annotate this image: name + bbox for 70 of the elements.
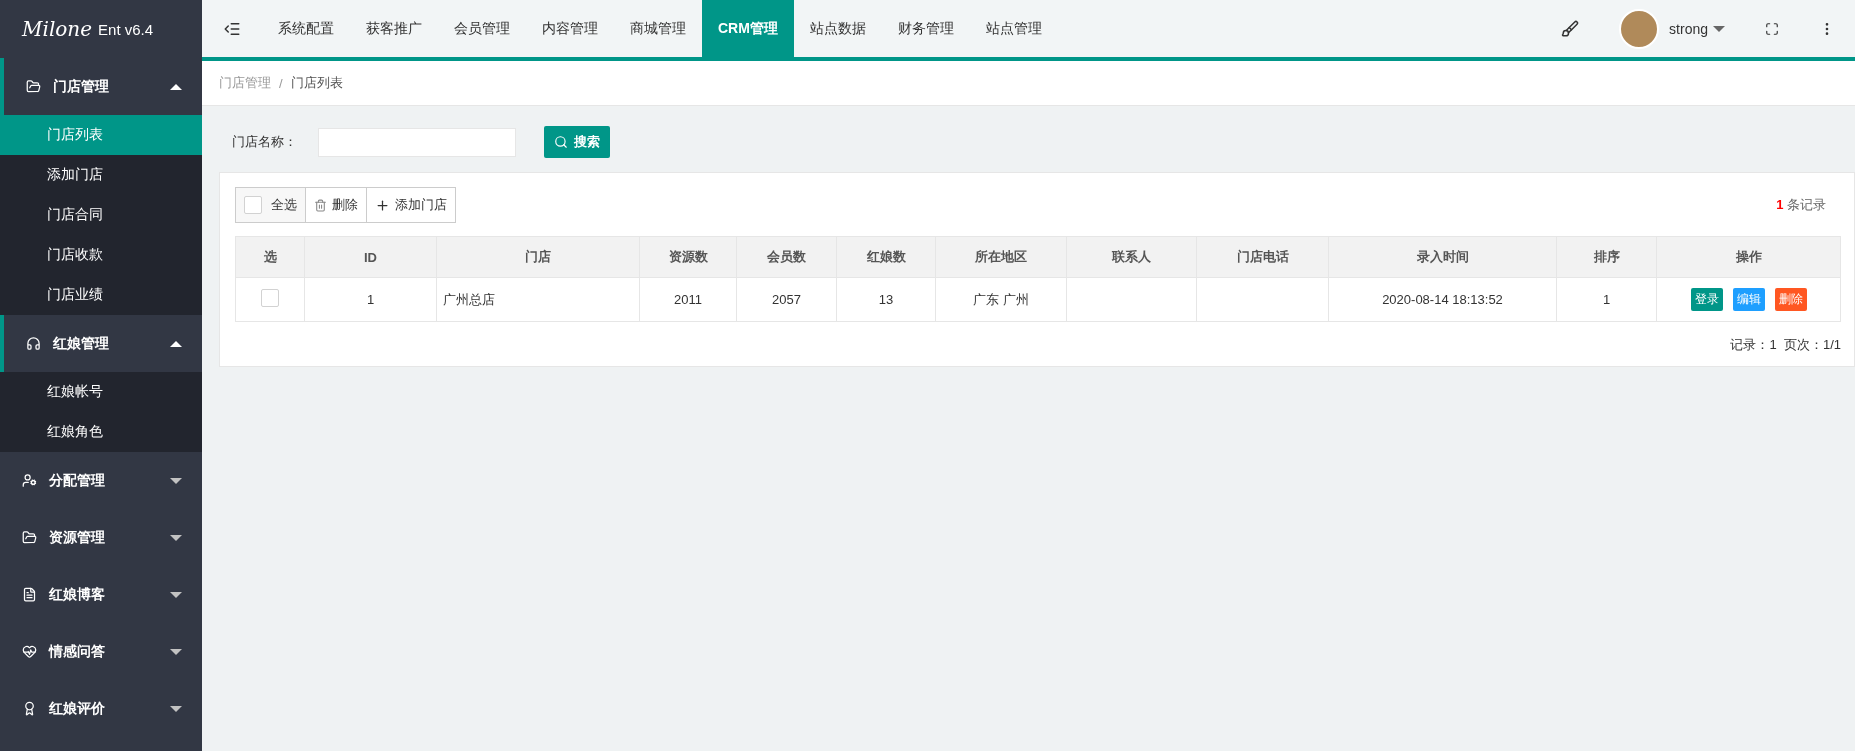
caret-icon — [170, 83, 182, 90]
input-field[interactable] — [318, 127, 516, 157]
table-cell: 广州总店 — [436, 277, 640, 322]
search-button[interactable]: 搜索 — [544, 126, 610, 158]
column-header: 资源数 — [639, 236, 737, 278]
table-cell: 2011 — [639, 277, 737, 322]
nav-tab[interactable]: 站点数据 — [793, 0, 882, 57]
column-header: 联系人 — [1066, 236, 1197, 278]
column-header: 红娘数 — [836, 236, 936, 278]
caret-icon — [170, 648, 182, 655]
sidebar-group[interactable]: 红娘评价 — [0, 680, 202, 737]
caret-icon — [170, 705, 182, 712]
column-header: 门店电话 — [1196, 236, 1329, 278]
caret-icon[interactable] — [1713, 25, 1725, 32]
record-count: 1 条记录 — [1776, 196, 1826, 214]
headset-icon — [26, 336, 41, 351]
table-cell: 2020-08-14 18:13:52 — [1328, 277, 1557, 322]
search-icon — [554, 135, 568, 149]
sidebar-item[interactable]: 添加门店 — [0, 155, 202, 195]
nav-tab[interactable]: 会员管理 — [438, 0, 526, 57]
caret-icon — [170, 591, 182, 598]
column-header: 排序 — [1556, 236, 1657, 278]
award-icon — [22, 701, 37, 716]
sidebar-item[interactable]: 门店合同 — [0, 195, 202, 235]
sidebar-item[interactable]: 红娘角色 — [0, 412, 202, 452]
column-header: 操作 — [1656, 236, 1841, 278]
sidebar-item[interactable]: 红娘帐号 — [0, 372, 202, 412]
nav-tab[interactable]: 内容管理 — [526, 0, 614, 57]
pagination-info: 记录：1 页次：1/1 — [1729, 336, 1841, 354]
folder-icon — [22, 530, 37, 545]
caret-icon — [170, 534, 182, 541]
sidebar-item[interactable]: 门店业绩 — [0, 275, 202, 315]
user-name[interactable]: strong — [1669, 20, 1708, 37]
folder-icon — [26, 79, 41, 94]
breadcrumb-separator: / — [279, 75, 283, 91]
brush-icon[interactable] — [1561, 19, 1580, 38]
nav-tab[interactable]: 财务管理 — [881, 0, 970, 57]
table-cell: 1 — [1556, 277, 1657, 322]
table-cell: 13 — [836, 277, 936, 322]
nav-tab[interactable]: 站点管理 — [969, 0, 1058, 57]
field-label: 门店名称： — [232, 133, 298, 151]
column-header: 门店 — [436, 236, 640, 278]
column-header: 会员数 — [736, 236, 837, 278]
table-cell: 2057 — [736, 277, 837, 322]
column-header: 选 — [235, 236, 305, 278]
fullscreen-icon[interactable] — [1765, 21, 1779, 36]
nav-tab[interactable]: 获客推广 — [350, 0, 438, 57]
nav-tab[interactable]: 系统配置 — [262, 0, 350, 57]
document-icon — [22, 587, 37, 602]
nav-tab[interactable]: CRM管理 — [702, 0, 794, 57]
column-header: ID — [304, 236, 437, 278]
login-button[interactable]: 登录 — [1690, 288, 1723, 311]
sidebar-group[interactable]: 资源管理 — [0, 509, 202, 566]
column-header: 录入时间 — [1328, 236, 1557, 278]
logo: Milone Ent v6.4 — [20, 16, 155, 43]
sidebar-group[interactable]: 分配管理 — [0, 452, 202, 509]
heart-icon — [22, 644, 37, 659]
table-cell: 1 — [304, 277, 437, 322]
sidebar-item[interactable]: 门店列表 — [0, 115, 202, 155]
caret-icon — [170, 477, 182, 484]
breadcrumb-link[interactable]: 门店列表 — [290, 74, 343, 92]
caret-icon — [170, 340, 182, 347]
column-header: 所在地区 — [935, 236, 1067, 278]
nav-tab[interactable]: 商城管理 — [614, 0, 702, 57]
table-cell: 广东 广州 — [935, 277, 1067, 322]
row-checkbox[interactable] — [261, 289, 279, 307]
user-icon — [22, 473, 37, 488]
sidebar-item[interactable]: 门店收款 — [0, 235, 202, 275]
sidebar-group[interactable]: 情感问答 — [0, 623, 202, 680]
sidebar-group[interactable]: 红娘博客 — [0, 566, 202, 623]
